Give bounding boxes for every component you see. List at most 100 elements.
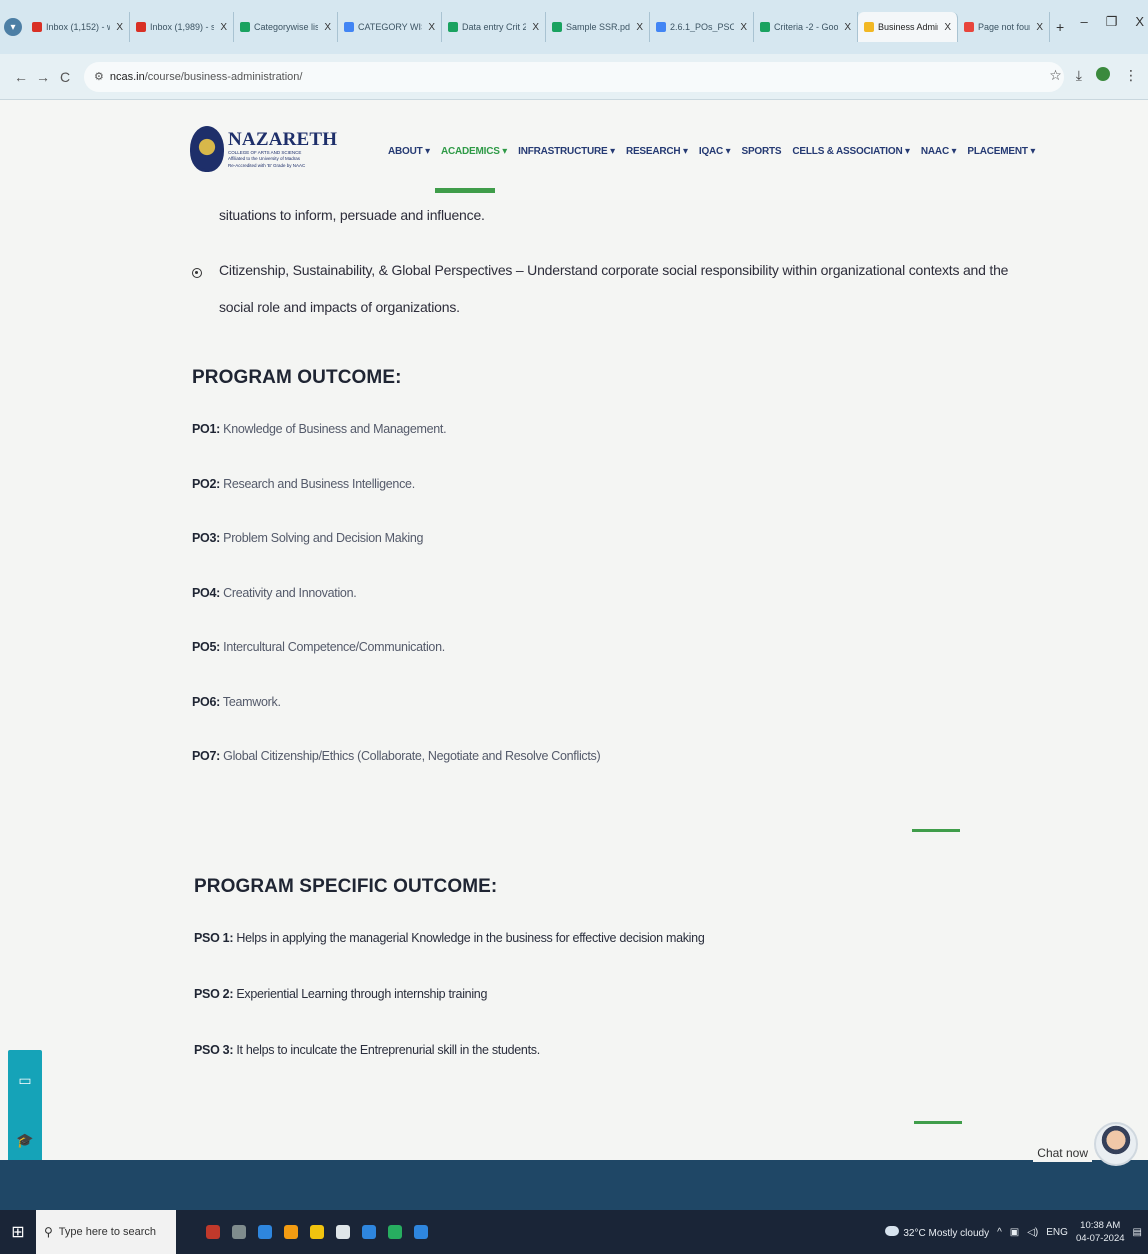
- tab-label: CATEGORY WISE: [358, 22, 422, 32]
- program-specific-outcome-item: PSO 2: Experiential Learning through int…: [194, 987, 487, 1001]
- graduation-cap-icon[interactable]: 🎓: [16, 1132, 33, 1149]
- close-window-icon[interactable]: X: [1135, 14, 1144, 30]
- taskbar-app-icon[interactable]: [232, 1225, 246, 1239]
- nav-item[interactable]: ACADEMICS ▾: [441, 146, 507, 157]
- program-outcome-item: PO4: Creativity and Innovation.: [192, 586, 357, 600]
- site-footer: [0, 1160, 1148, 1210]
- url-host: ncas.in: [109, 70, 145, 83]
- tab-close-icon[interactable]: X: [636, 22, 643, 33]
- tab-label: Criteria -2 - Goo: [774, 22, 839, 32]
- browser-tab[interactable]: 2.6.1_POs_PSOs_ X: [650, 12, 754, 42]
- outcome-text: Teamwork.: [219, 694, 281, 709]
- browser-tab[interactable]: Page not found X: [958, 12, 1050, 42]
- notification-icon[interactable]: ▤: [1133, 1227, 1142, 1238]
- chat-now-label[interactable]: Chat now: [1033, 1144, 1092, 1162]
- taskbar-app-icon[interactable]: [388, 1225, 402, 1239]
- decorative-divider-2: [914, 1121, 962, 1124]
- windows-start-icon[interactable]: ⊞: [0, 1222, 36, 1242]
- address-bar: ← → C ⚙ ncas.in /course/business-adminis…: [0, 54, 1148, 100]
- program-specific-outcome-heading: PROGRAM SPECIFIC OUTCOME:: [194, 876, 498, 897]
- tab-close-icon[interactable]: X: [324, 22, 331, 33]
- tab-close-icon[interactable]: X: [116, 22, 123, 33]
- tab-close-icon[interactable]: X: [944, 22, 951, 33]
- outcome-code: PSO 3:: [194, 1043, 234, 1057]
- nav-item[interactable]: IQAC ▾: [699, 146, 731, 157]
- reload-icon[interactable]: C: [54, 69, 76, 85]
- main-nav: ABOUT ▾ ACADEMICS ▾ INFRASTRUCTURE ▾ RESEAR…: [388, 146, 1046, 157]
- nav-item[interactable]: INFRASTRUCTURE ▾: [518, 146, 615, 157]
- program-outcome-item: PO3: Problem Solving and Decision Making: [192, 531, 423, 545]
- tab-favicon-icon: [964, 22, 974, 32]
- taskbar-app-icon[interactable]: [284, 1225, 298, 1239]
- toolbar-icons: ☆ ⤓ ⋮: [1049, 67, 1138, 84]
- browser-tab[interactable]: CATEGORY WISE X: [338, 12, 442, 42]
- browser-tab[interactable]: Categorywise list X: [234, 12, 338, 42]
- logo-accreditation: Re-Accredited with 'B' Grade by NAAC: [228, 162, 306, 168]
- taskbar-app-icon[interactable]: [258, 1225, 272, 1239]
- network-icon[interactable]: ▣: [1010, 1227, 1019, 1238]
- tray-chevron-icon[interactable]: ^: [997, 1227, 1002, 1238]
- url-input[interactable]: ⚙ ncas.in /course/business-administratio…: [84, 61, 1064, 92]
- menu-icon[interactable]: ⋮: [1124, 67, 1138, 84]
- new-tab-button[interactable]: +: [1056, 19, 1064, 35]
- outcome-code: PO3:: [192, 531, 220, 545]
- taskbar-app-icon[interactable]: [310, 1225, 324, 1239]
- nav-item[interactable]: RESEARCH ▾: [626, 146, 688, 157]
- taskbar-search-placeholder: Type here to search: [58, 1226, 157, 1238]
- tab-close-icon[interactable]: X: [1036, 22, 1043, 33]
- program-outcome-item: PO5: Intercultural Competence/Communicat…: [192, 640, 445, 654]
- tab-search-icon[interactable]: ▾: [4, 18, 22, 36]
- nav-item[interactable]: SPORTS: [741, 146, 781, 157]
- maximize-icon[interactable]: ❐: [1106, 14, 1118, 30]
- browser-tab[interactable]: Data entry Crit 2 X: [442, 12, 546, 42]
- tab-close-icon[interactable]: X: [740, 22, 747, 33]
- tab-close-icon[interactable]: X: [220, 22, 227, 33]
- browser-tab[interactable]: Criteria -2 - Goo X: [754, 12, 858, 42]
- college-logo[interactable]: NAZARETH COLLEGE OF ARTS AND SCIENCE Aff…: [190, 118, 337, 180]
- taskbar-app-icon[interactable]: [362, 1225, 376, 1239]
- nav-item[interactable]: PLACEMENT ▾: [967, 146, 1035, 157]
- taskbar-app-icon[interactable]: [336, 1225, 350, 1239]
- star-icon[interactable]: ☆: [1049, 67, 1062, 84]
- logo-affiliation: Affiliated to the University of Madras: [228, 156, 300, 162]
- clock[interactable]: 10:38 AM 04-07-2024: [1076, 1219, 1125, 1245]
- minimize-icon[interactable]: –: [1080, 14, 1087, 30]
- monitor-icon[interactable]: ▭: [18, 1072, 31, 1089]
- taskbar-search-input[interactable]: ⚲ Type here to search: [36, 1210, 176, 1254]
- browser-tab[interactable]: Inbox (1,989) - ss X: [130, 12, 234, 42]
- taskbar-app-icon[interactable]: [206, 1225, 220, 1239]
- forward-icon[interactable]: →: [32, 69, 54, 85]
- chat-avatar[interactable]: [1094, 1122, 1138, 1166]
- tab-label: Inbox (1,989) - ss: [150, 22, 215, 32]
- tab-favicon-icon: [552, 22, 562, 32]
- clock-date: 04-07-2024: [1075, 1233, 1125, 1244]
- tab-label: Business Admini: [878, 22, 939, 32]
- download-icon[interactable]: ⤓: [1076, 67, 1082, 84]
- nav-item[interactable]: CELLS & ASSOCIATION ▾: [792, 146, 910, 157]
- tab-close-icon[interactable]: X: [844, 22, 851, 33]
- crest-icon: [190, 126, 224, 172]
- site-info-icon[interactable]: ⚙: [94, 70, 104, 83]
- nav-item[interactable]: NAAC ▾: [921, 146, 957, 157]
- outcome-code: PSO 2:: [194, 987, 234, 1001]
- search-icon: ⚲: [44, 1225, 53, 1239]
- outcome-code: PO1:: [192, 422, 220, 436]
- program-outcome-item: PO2: Research and Business Intelligence.: [192, 477, 415, 491]
- back-icon[interactable]: ←: [10, 69, 32, 85]
- outcome-text: Problem Solving and Decision Making: [219, 531, 424, 545]
- taskbar-app-icon[interactable]: [414, 1225, 428, 1239]
- tab-close-icon[interactable]: X: [428, 22, 435, 33]
- tab-favicon-icon: [448, 22, 458, 32]
- clock-time: 10:38 AM: [1080, 1220, 1121, 1231]
- weather-widget[interactable]: 32°C Mostly cloudy: [885, 1225, 989, 1239]
- program-specific-outcome-item: PSO 1: Helps in applying the managerial …: [194, 931, 705, 945]
- tab-close-icon[interactable]: X: [532, 22, 539, 33]
- volume-icon[interactable]: ◁): [1027, 1227, 1038, 1238]
- profile-avatar[interactable]: [1096, 67, 1110, 81]
- language-indicator[interactable]: ENG: [1046, 1227, 1068, 1238]
- browser-tab[interactable]: Inbox (1,152) - w X: [26, 12, 130, 42]
- outcome-code: PO5:: [192, 640, 220, 654]
- browser-tab[interactable]: Sample SSR.pdf X: [546, 12, 650, 42]
- nav-item[interactable]: ABOUT ▾: [388, 146, 430, 157]
- browser-tab[interactable]: Business Admini X: [858, 12, 958, 42]
